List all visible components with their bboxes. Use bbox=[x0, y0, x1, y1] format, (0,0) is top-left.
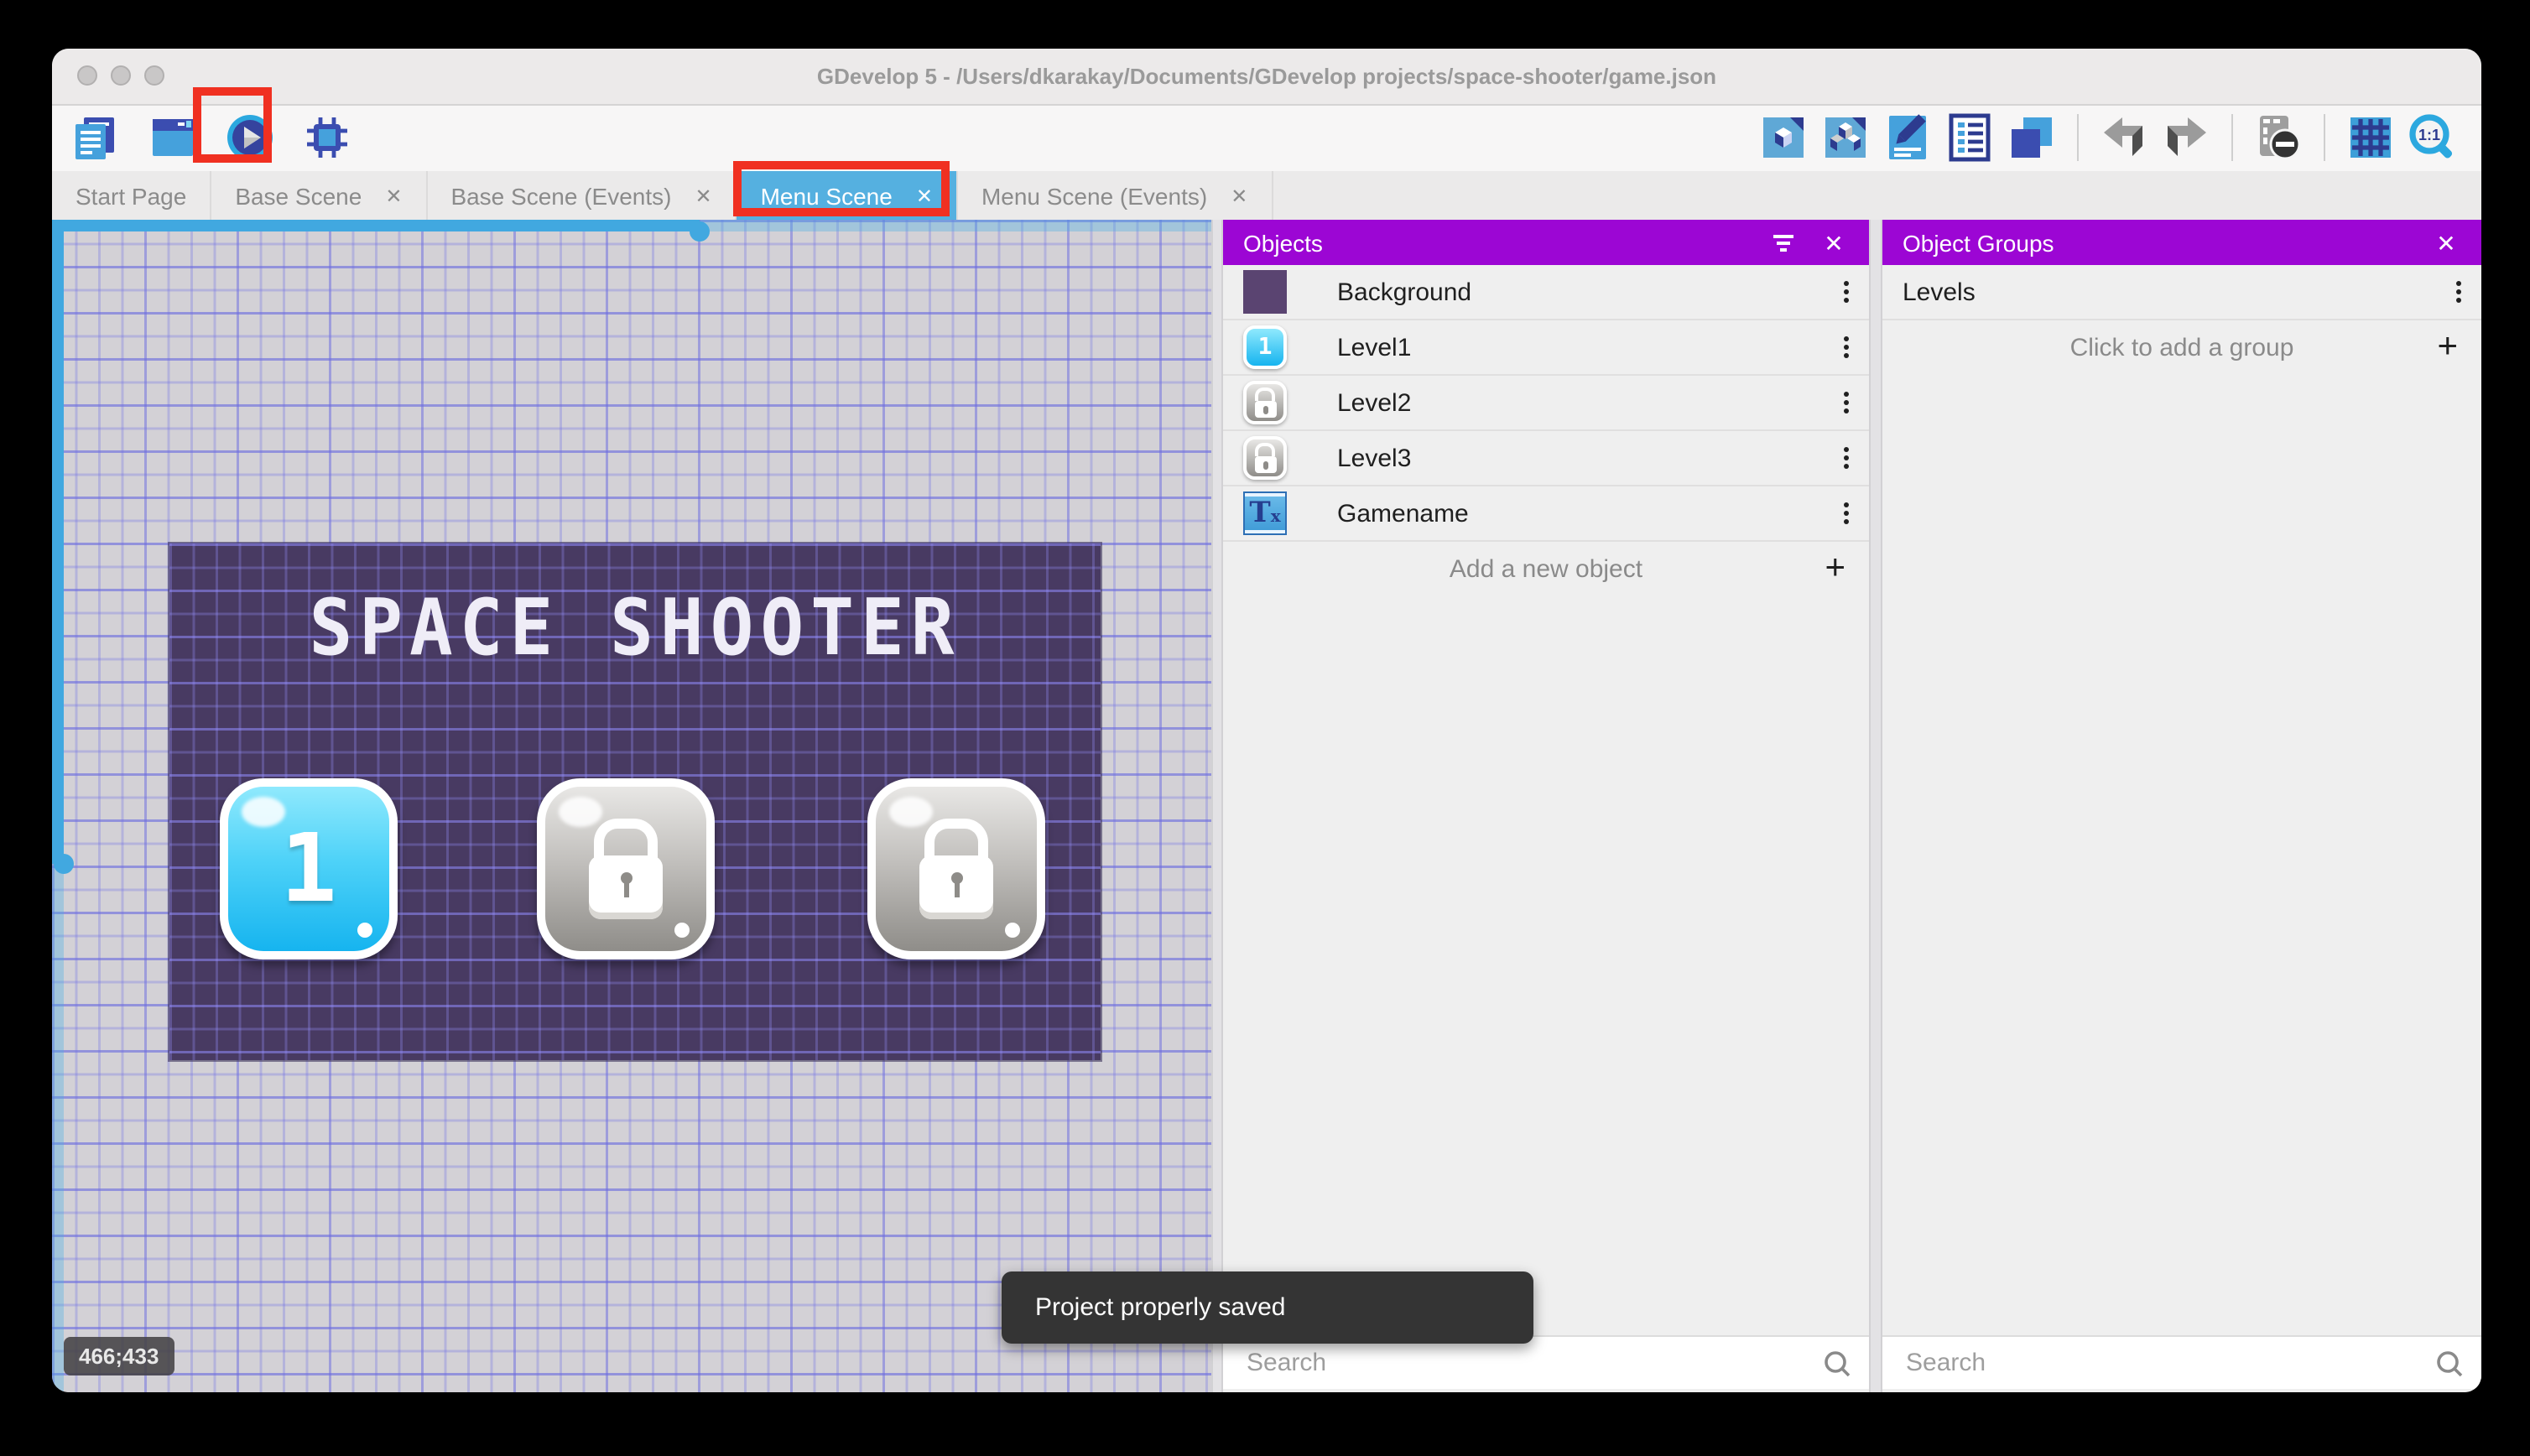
properties-icon[interactable] bbox=[1882, 112, 1933, 163]
instances-list-icon[interactable] bbox=[1944, 112, 1995, 163]
background-thumbnail bbox=[1243, 270, 1287, 314]
undo-icon[interactable] bbox=[2099, 112, 2149, 163]
redo-icon[interactable] bbox=[2161, 112, 2211, 163]
level3-button-object[interactable] bbox=[867, 778, 1045, 959]
tab-base-scene-events[interactable]: Base Scene (Events) ✕ bbox=[427, 171, 737, 220]
objects-editor-icon[interactable] bbox=[1758, 112, 1809, 163]
level2-button-object[interactable] bbox=[537, 778, 715, 959]
vertical-scrollbar[interactable] bbox=[52, 220, 74, 1392]
panel-divider[interactable] bbox=[1211, 220, 1223, 1392]
titlebar: GDevelop 5 - /Users/dkarakay/Documents/G… bbox=[52, 49, 2481, 106]
toolbar-separator bbox=[2324, 114, 2325, 161]
groups-search-bar bbox=[1882, 1335, 2481, 1389]
object-groups-icon[interactable] bbox=[1820, 112, 1871, 163]
objects-list: Background 1 Level1 Level2 Level3 T x Ga… bbox=[1223, 265, 1869, 595]
object-menu-icon[interactable] bbox=[1844, 502, 1849, 524]
text-object-thumbnail: Tx bbox=[1243, 491, 1287, 535]
object-row-level3[interactable]: Level3 bbox=[1223, 431, 1869, 486]
object-menu-icon[interactable] bbox=[1844, 336, 1849, 358]
add-group-button[interactable]: Click to add a group + bbox=[1882, 320, 2481, 374]
object-row-gamename[interactable]: Tx Gamename bbox=[1223, 486, 1869, 542]
plus-icon[interactable]: + bbox=[1825, 549, 1845, 589]
toolbar-left-group bbox=[70, 112, 352, 163]
toast-notification: Project properly saved bbox=[1002, 1271, 1533, 1344]
gdevelop-window: GDevelop 5 - /Users/dkarakay/Documents/G… bbox=[52, 49, 2481, 1392]
horizontal-scrollbar[interactable] bbox=[52, 220, 1211, 242]
project-manager-icon[interactable] bbox=[70, 112, 121, 163]
objects-panel-header: Objects ✕ bbox=[1223, 220, 1869, 265]
objects-search-input[interactable] bbox=[1243, 1347, 1822, 1379]
groups-search-input[interactable] bbox=[1903, 1347, 2434, 1379]
object-row-background[interactable]: Background bbox=[1223, 265, 1869, 320]
scrollbar-handle[interactable] bbox=[690, 221, 710, 242]
object-row-level1[interactable]: 1 Level1 bbox=[1223, 320, 1869, 376]
close-tab-icon[interactable]: ✕ bbox=[916, 184, 933, 207]
toolbar-separator bbox=[2077, 114, 2079, 161]
object-menu-icon[interactable] bbox=[1844, 447, 1849, 469]
game-title-text-object[interactable]: SPACE SHOOTER bbox=[169, 584, 1101, 674]
window-title: GDevelop 5 - /Users/dkarakay/Documents/G… bbox=[816, 64, 1717, 89]
screenshot-root: GDevelop 5 - /Users/dkarakay/Documents/G… bbox=[0, 0, 2530, 1456]
add-object-button[interactable]: Add a new object + bbox=[1223, 542, 1869, 595]
object-groups-panel-title: Object Groups bbox=[1903, 229, 2054, 256]
svg-text:1:1: 1:1 bbox=[2418, 127, 2440, 143]
close-panel-icon[interactable]: ✕ bbox=[1819, 227, 1849, 257]
level1-button-thumbnail: 1 bbox=[1243, 325, 1287, 369]
object-menu-icon[interactable] bbox=[1844, 281, 1849, 303]
groups-list: Levels Click to add a group + bbox=[1882, 265, 2481, 374]
close-panel-icon[interactable]: ✕ bbox=[2431, 227, 2461, 257]
object-menu-icon[interactable] bbox=[1844, 392, 1849, 413]
debug-icon[interactable] bbox=[302, 112, 352, 163]
close-tab-icon[interactable]: ✕ bbox=[1231, 184, 1247, 207]
plus-icon[interactable]: + bbox=[2437, 327, 2458, 367]
search-icon bbox=[1825, 1350, 1851, 1376]
object-groups-panel: Object Groups ✕ Levels Click to add a gr… bbox=[1882, 220, 2481, 1392]
objects-panel-title: Objects bbox=[1243, 229, 1323, 256]
lock-icon bbox=[589, 819, 663, 919]
play-icon[interactable] bbox=[225, 112, 275, 163]
main-toolbar: 1:1 bbox=[52, 106, 2481, 171]
group-row-levels[interactable]: Levels bbox=[1882, 265, 2481, 320]
menu-scene-background-object[interactable]: SPACE SHOOTER 1 bbox=[169, 543, 1101, 1060]
mask-icon[interactable] bbox=[2253, 112, 2304, 163]
filter-icon[interactable] bbox=[1768, 227, 1799, 257]
layers-icon[interactable] bbox=[2007, 112, 2057, 163]
toolbar-right-group: 1:1 bbox=[1758, 112, 2458, 163]
editor-content: SPACE SHOOTER 1 466;433 Project properly… bbox=[52, 220, 2481, 1392]
close-tab-icon[interactable]: ✕ bbox=[385, 184, 402, 207]
close-tab-icon[interactable]: ✕ bbox=[695, 184, 711, 207]
toolbar-separator bbox=[2231, 114, 2233, 161]
lock-icon bbox=[919, 819, 993, 919]
locked-button-thumbnail bbox=[1243, 381, 1287, 424]
cursor-coordinates-badge: 466;433 bbox=[64, 1337, 174, 1375]
group-menu-icon[interactable] bbox=[2456, 281, 2461, 303]
objects-panel: Objects ✕ Background 1 Level1 Level2 Lev… bbox=[1223, 220, 1869, 1392]
locked-button-thumbnail bbox=[1243, 436, 1287, 480]
tab-menu-scene-events[interactable]: Menu Scene (Events) ✕ bbox=[958, 171, 1273, 220]
search-icon bbox=[2437, 1350, 2463, 1376]
tab-start-page[interactable]: Start Page bbox=[52, 171, 212, 220]
panel-divider[interactable] bbox=[1869, 220, 1882, 1392]
zoom-1-1-icon[interactable]: 1:1 bbox=[2408, 112, 2458, 163]
level1-button-object[interactable]: 1 bbox=[220, 778, 398, 959]
tab-base-scene[interactable]: Base Scene ✕ bbox=[211, 171, 428, 220]
scrollbar-handle[interactable] bbox=[54, 854, 74, 874]
object-groups-panel-header: Object Groups ✕ bbox=[1882, 220, 2481, 265]
tab-menu-scene[interactable]: Menu Scene ✕ bbox=[737, 171, 958, 220]
grid-icon[interactable] bbox=[2345, 112, 2396, 163]
editor-tabs: Start Page Base Scene ✕ Base Scene (Event… bbox=[52, 171, 2481, 220]
scene-editor-icon[interactable] bbox=[148, 112, 198, 163]
object-row-level2[interactable]: Level2 bbox=[1223, 376, 1869, 431]
scene-canvas[interactable]: SPACE SHOOTER 1 466;433 bbox=[52, 220, 1211, 1392]
